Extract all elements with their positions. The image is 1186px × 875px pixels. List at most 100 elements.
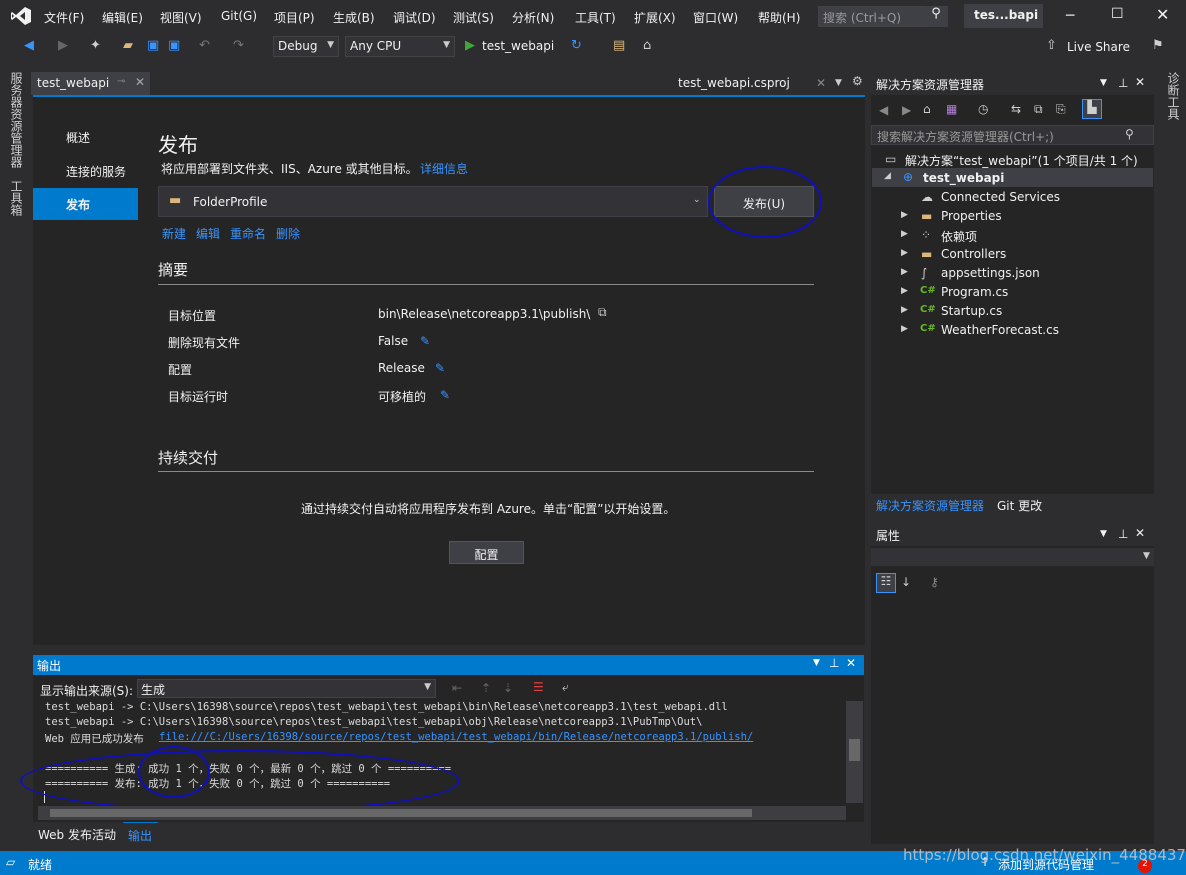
menu-build[interactable]: 生成(B) [333, 9, 375, 26]
collapsed-arrow-icon[interactable]: ▶ [901, 267, 908, 277]
collapse-all-icon[interactable]: ⧉ [1034, 102, 1043, 117]
tab-solution-explorer[interactable]: 解决方案资源管理器 [876, 497, 984, 514]
open-folder-icon[interactable]: ▰ [123, 38, 133, 53]
save-all-icon[interactable]: ▣ [168, 38, 180, 53]
forward-icon[interactable]: ▶ [902, 103, 911, 117]
collapsed-arrow-icon[interactable]: ▶ [901, 324, 908, 334]
new-project-icon[interactable]: ✦ [90, 38, 101, 53]
nav-publish[interactable]: 发布 [33, 188, 138, 220]
back-icon[interactable]: ◀ [24, 38, 34, 53]
menu-debug[interactable]: 调试(D) [393, 9, 436, 26]
sync-icon[interactable]: ⇆ [1011, 102, 1021, 116]
home-icon[interactable]: ⌂ [923, 102, 931, 116]
switch-views-icon[interactable]: ▦ [946, 102, 957, 116]
tab-csproj[interactable]: test_webapi.csproj [678, 76, 790, 90]
output-source-select[interactable]: 生成 ▼ [137, 679, 436, 698]
search-icon[interactable]: ⚲ [1125, 127, 1134, 141]
collapsed-arrow-icon[interactable]: ▶ [901, 210, 908, 220]
tree-item[interactable]: Startup.cs [941, 304, 1002, 318]
properties-object-select[interactable]: ▼ [871, 548, 1154, 566]
menu-analyze[interactable]: 分析(N) [512, 9, 554, 26]
scrollbar-thumb[interactable] [849, 739, 860, 761]
collapsed-arrow-icon[interactable]: ▶ [901, 286, 908, 296]
configure-button[interactable]: 配置 [449, 541, 524, 564]
publish-folder-link[interactable]: file:///C:/Users/16398/source/repos/test… [159, 731, 753, 743]
pin-icon[interactable]: ⊸ [117, 76, 125, 87]
tree-item[interactable]: Properties [941, 209, 1002, 223]
close-icon[interactable]: ✕ [846, 656, 856, 670]
goto-error-icon[interactable]: ⇤ [452, 681, 462, 695]
run-icon[interactable]: ▶ [465, 38, 475, 53]
alphabetical-icon[interactable]: ↓ [901, 575, 911, 589]
run-target[interactable]: test_webapi [482, 39, 554, 53]
gear-icon[interactable]: ⚙ [852, 74, 863, 88]
pin-icon[interactable]: ⊥ [829, 656, 839, 670]
pin-icon[interactable]: ⊥ [1118, 527, 1128, 541]
menu-tools[interactable]: 工具(T) [575, 9, 616, 26]
categorized-icon[interactable]: ☷ [876, 573, 896, 593]
tab-git-changes[interactable]: Git 更改 [997, 497, 1042, 514]
close-icon[interactable]: ✕ [816, 76, 826, 90]
tree-item[interactable]: Controllers [941, 247, 1006, 261]
chevron-down-icon[interactable]: ▼ [1100, 529, 1107, 539]
search-icon[interactable]: ⚲ [924, 6, 948, 27]
nav-overview[interactable]: 概述 [33, 121, 138, 153]
feedback-icon[interactable]: ⚑ [1152, 38, 1164, 53]
collapsed-arrow-icon[interactable]: ▶ [901, 229, 908, 239]
details-link[interactable]: 详细信息 [420, 160, 468, 177]
property-pages-icon[interactable]: ⚷ [930, 575, 939, 589]
menu-window[interactable]: 窗口(W) [693, 9, 738, 26]
maximize-icon[interactable]: ☐ [1111, 6, 1124, 22]
chevron-down-icon[interactable]: ▼ [813, 658, 820, 668]
nav-connected-services[interactable]: 连接的服务 [33, 155, 138, 187]
configuration-select[interactable]: Debug ▼ [273, 36, 339, 57]
tree-item[interactable]: appsettings.json [941, 266, 1040, 280]
edit-pencil-icon[interactable]: ✎ [420, 334, 430, 348]
tree-solution[interactable]: 解决方案“test_webapi”(1 个项目/共 1 个) [905, 152, 1138, 169]
tree-project[interactable]: test_webapi [923, 171, 1004, 185]
tree-item[interactable]: Connected Services [941, 190, 1060, 204]
toolbox-tab[interactable]: 工具箱 [8, 180, 25, 216]
copy-icon[interactable]: ⧉ [598, 305, 607, 320]
delete-profile-link[interactable]: 删除 [276, 225, 300, 242]
menu-test[interactable]: 测试(S) [453, 9, 494, 26]
tab-output[interactable]: 输出 [123, 822, 158, 844]
word-wrap-icon[interactable]: ⤶ [562, 680, 569, 695]
live-share-icon[interactable]: ⇧ [1046, 38, 1057, 53]
server-explorer-tab[interactable]: 服务器资源管理器 [8, 72, 25, 168]
properties-icon[interactable]: ▙ [1082, 99, 1102, 119]
undo-icon[interactable]: ↶ [199, 38, 210, 53]
prev-message-icon[interactable]: ⇡ [481, 681, 491, 695]
tree-item[interactable]: Program.cs [941, 285, 1008, 299]
menu-help[interactable]: 帮助(H) [758, 9, 800, 26]
live-share-label[interactable]: Live Share [1067, 40, 1130, 54]
pending-changes-icon[interactable]: ◷ [978, 102, 988, 116]
save-icon[interactable]: ▣ [147, 38, 159, 53]
close-icon[interactable]: ✕ [1156, 5, 1169, 24]
scrollbar-thumb[interactable] [50, 809, 752, 817]
diagnostic-tools-tab[interactable]: 诊断工具 [1165, 72, 1182, 120]
tree-item[interactable]: WeatherForecast.cs [941, 323, 1059, 337]
redo-icon[interactable]: ↷ [233, 38, 244, 53]
tab-web-publish-activity[interactable]: Web 发布活动 [38, 826, 116, 843]
minimize-icon[interactable]: ─ [1066, 8, 1074, 24]
edit-pencil-icon[interactable]: ✎ [435, 361, 445, 375]
clear-all-icon[interactable]: ☰ [533, 680, 544, 694]
new-profile-link[interactable]: 新建 [162, 225, 186, 242]
profile-select[interactable]: ▬ FolderProfile ⌄ [158, 186, 708, 217]
close-icon[interactable]: ✕ [1135, 526, 1145, 540]
menu-project[interactable]: 项目(P) [274, 9, 315, 26]
rename-profile-link[interactable]: 重命名 [230, 225, 266, 242]
chevron-down-icon[interactable]: ▼ [1100, 78, 1107, 88]
next-message-icon[interactable]: ⇣ [503, 681, 513, 695]
menu-git[interactable]: Git(G) [221, 9, 257, 23]
pin-icon[interactable]: ⊥ [1118, 76, 1128, 90]
menu-view[interactable]: 视图(V) [160, 9, 202, 26]
edit-profile-link[interactable]: 编辑 [196, 225, 220, 242]
menu-extensions[interactable]: 扩展(X) [634, 9, 676, 26]
collapsed-arrow-icon[interactable]: ▶ [901, 305, 908, 315]
tree-item[interactable]: 依赖项 [941, 228, 977, 245]
publish-toolbar-icon[interactable]: ▤ [613, 38, 625, 53]
show-all-files-icon[interactable]: ⎘ [1056, 102, 1066, 117]
menu-file[interactable]: 文件(F) [44, 9, 84, 26]
